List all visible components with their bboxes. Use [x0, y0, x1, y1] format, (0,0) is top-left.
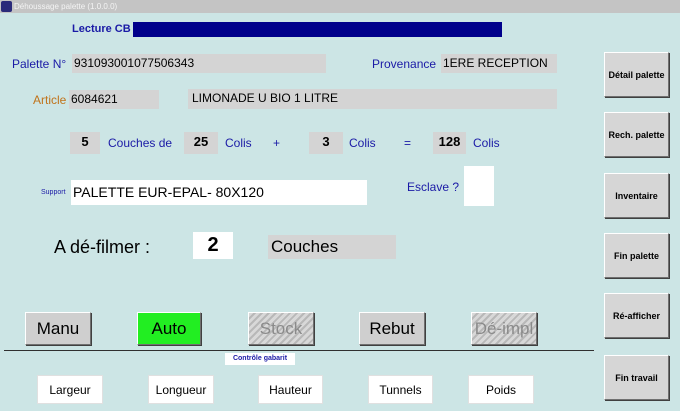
divider-line: [4, 350, 594, 351]
colis-label-3: Colis: [473, 136, 500, 150]
colis-per-couche: 25: [184, 132, 218, 154]
tunnels-button[interactable]: Tunnels: [368, 375, 433, 404]
window-title-bar: Déhoussage palette (1.0.0.0): [0, 0, 680, 13]
article-label: Article: [33, 93, 67, 107]
colis-total: 128: [433, 132, 466, 154]
equals-sign: =: [404, 136, 412, 150]
hauteur-button[interactable]: Hauteur: [258, 375, 323, 404]
provenance-field: 1ERE RECEPTION: [441, 54, 557, 73]
couches-count: 5: [70, 132, 100, 154]
rech-palette-button[interactable]: Rech. palette: [604, 112, 669, 157]
support-field[interactable]: PALETTE EUR-EPAL- 80X120: [71, 180, 367, 205]
colis-label-2: Colis: [349, 136, 376, 150]
poids-button[interactable]: Poids: [468, 375, 534, 404]
largeur-button[interactable]: Largeur: [37, 375, 103, 404]
defilmer-count: 2: [193, 232, 233, 259]
manu-button[interactable]: Manu: [25, 312, 91, 345]
rebut-button[interactable]: Rebut: [359, 312, 425, 345]
auto-button[interactable]: Auto: [137, 312, 201, 345]
inventaire-button[interactable]: Inventaire: [604, 173, 669, 218]
window-title: Déhoussage palette (1.0.0.0): [14, 2, 118, 11]
colis-extra: 3: [309, 132, 343, 154]
lecture-cb-input[interactable]: [133, 22, 502, 37]
deimpl-button[interactable]: Dé-impl: [471, 312, 537, 345]
palette-number-field: 931093001077506343: [72, 54, 326, 73]
gabarit-title: Contrôle gabarit: [225, 353, 295, 365]
colis-label-1: Colis: [225, 136, 252, 150]
defilmer-unit: Couches: [268, 235, 396, 259]
plus-sign: +: [273, 136, 281, 150]
couches-de-label: Couches de: [108, 136, 173, 150]
longueur-button[interactable]: Longueur: [148, 375, 214, 404]
esclave-field[interactable]: [464, 166, 494, 206]
support-label: Support: [41, 189, 66, 196]
stock-button[interactable]: Stock: [248, 312, 314, 345]
reafficher-button[interactable]: Ré-afficher: [604, 293, 669, 338]
esclave-label: Esclave ?: [407, 180, 460, 194]
fin-travail-button[interactable]: Fin travail: [604, 355, 669, 400]
lecture-cb-label: Lecture CB: [72, 23, 131, 35]
app-icon: [1, 1, 12, 12]
palette-label: Palette N°: [12, 57, 67, 71]
fin-palette-button[interactable]: Fin palette: [604, 233, 669, 278]
article-code-field: 6084621: [69, 90, 159, 109]
detail-palette-button[interactable]: Détail palette: [604, 52, 669, 97]
article-description-field: LIMONADE U BIO 1 LITRE: [188, 89, 557, 109]
defilmer-label: A dé-filmer :: [54, 237, 151, 257]
provenance-label: Provenance: [372, 57, 437, 71]
